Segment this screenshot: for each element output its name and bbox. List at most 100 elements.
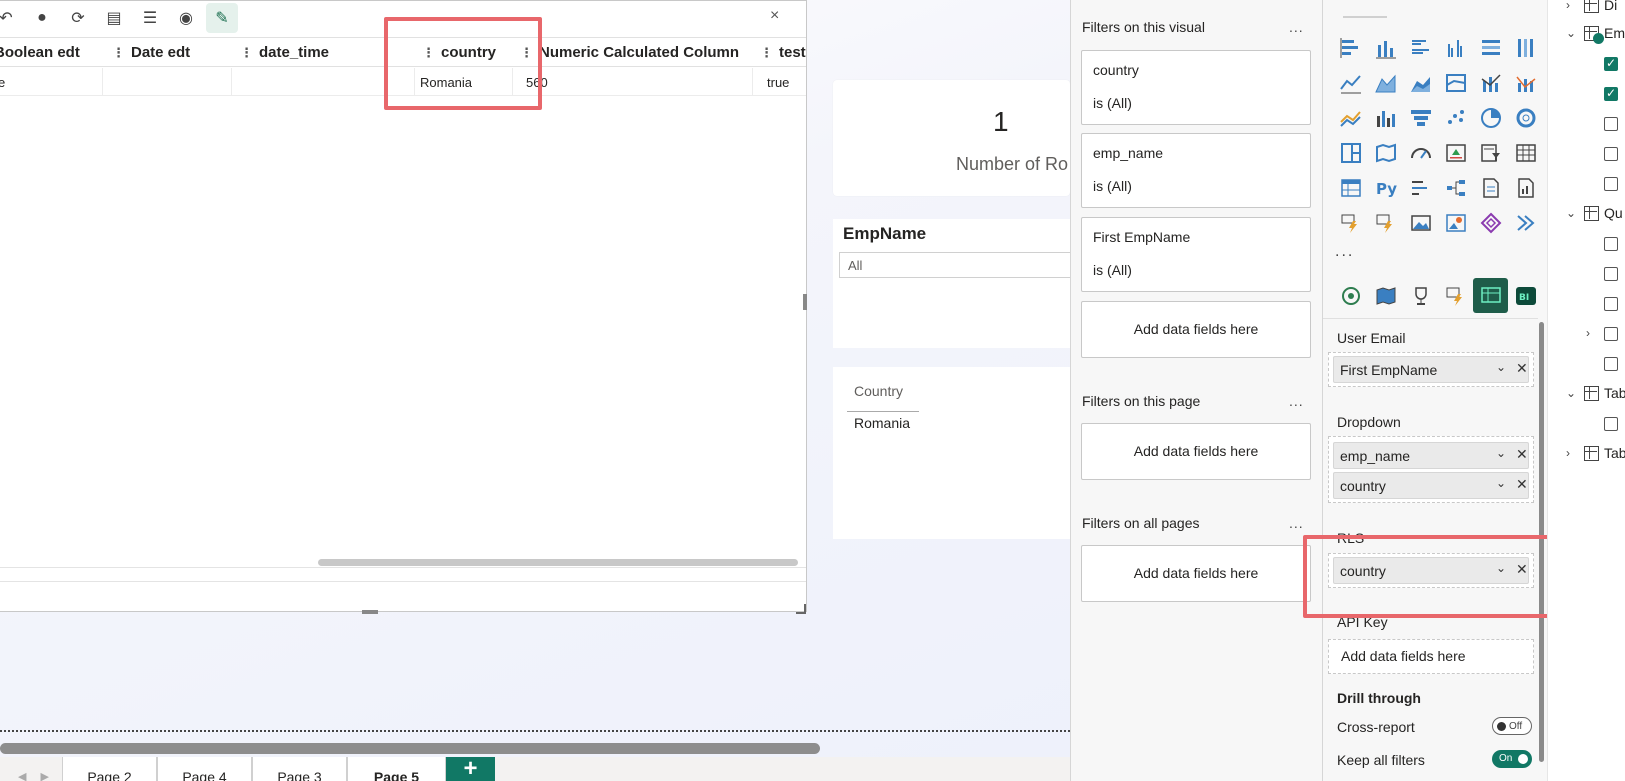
field-checkbox[interactable] [1604, 417, 1618, 431]
well-user-email[interactable]: First EmpName ⌄ ✕ [1328, 352, 1534, 387]
python-visual-icon[interactable]: Py [1368, 170, 1403, 205]
add-page-button[interactable]: + [446, 757, 495, 781]
table-cell[interactable]: Romania [854, 415, 910, 431]
power-automate-icon[interactable] [1333, 205, 1368, 240]
power-apps-icon[interactable] [1368, 205, 1403, 240]
resize-handle-right[interactable] [803, 294, 807, 310]
more-visuals-icon[interactable]: ... [1335, 243, 1354, 261]
field-item[interactable] [1548, 145, 1625, 167]
remove-field-icon[interactable]: ✕ [1516, 446, 1528, 463]
grid-cell-test[interactable]: true [767, 75, 789, 90]
chevron-down-icon[interactable]: ⌄ [1496, 446, 1506, 460]
remove-field-icon[interactable]: ✕ [1516, 360, 1528, 377]
100-stacked-bar-icon[interactable] [1473, 30, 1508, 65]
field-checkbox[interactable] [1604, 237, 1618, 251]
filter-card-country[interactable]: country is (All) [1081, 50, 1311, 125]
column-header-country[interactable]: ⋮ country [422, 44, 496, 61]
column-header[interactable]: Boolean edt [0, 44, 80, 61]
filter-slicer-icon[interactable] [1473, 135, 1508, 170]
stacked-bar-chart-icon[interactable] [1333, 30, 1368, 65]
donut-chart-icon[interactable] [1508, 100, 1543, 135]
field-pill[interactable]: emp_name ⌄ ✕ [1333, 442, 1529, 469]
data-table-item[interactable]: ⌄ Tab [1548, 385, 1625, 407]
eye-icon[interactable]: ◉ [170, 3, 202, 33]
field-checkbox[interactable] [1604, 56, 1618, 71]
field-checkbox[interactable] [1604, 86, 1618, 101]
field-item[interactable] [1548, 355, 1625, 377]
treemap-icon[interactable] [1333, 135, 1368, 170]
scatter-chart-icon[interactable] [1438, 100, 1473, 135]
tab-page-5[interactable]: Page 5 [347, 757, 446, 781]
undo-icon[interactable]: ↶ [0, 3, 22, 33]
well-dropdown[interactable]: emp_name ⌄ ✕ country ⌄ ✕ [1328, 436, 1534, 503]
gauge-icon[interactable] [1403, 135, 1438, 170]
resize-handle-bottom[interactable] [362, 610, 378, 614]
remove-field-icon[interactable]: ✕ [1516, 476, 1528, 493]
field-item[interactable]: › [1548, 325, 1625, 347]
filter-card-first-empname[interactable]: First EmpName is (All) [1081, 217, 1311, 292]
field-item[interactable] [1548, 85, 1625, 107]
table-icon[interactable] [1508, 135, 1543, 170]
more-options-icon[interactable]: ... [1289, 515, 1304, 531]
add-all-pages-filter-field[interactable]: Add data fields here [1081, 545, 1311, 602]
table-header[interactable]: Country [854, 383, 903, 399]
chevron-down-icon[interactable]: ⌄ [1566, 386, 1576, 400]
kpi-icon[interactable] [1438, 135, 1473, 170]
table-row[interactable]: e Romania 560 true [0, 68, 806, 96]
edit-icon[interactable]: ✎ [206, 3, 238, 33]
selected-custom-visual-icon[interactable] [1473, 278, 1508, 313]
chevron-right-icon[interactable]: › [1586, 326, 1590, 340]
tab-page-3[interactable]: Page 3 [252, 757, 347, 781]
map-icon[interactable] [1368, 135, 1403, 170]
cross-report-toggle[interactable]: Off [1492, 717, 1532, 735]
field-item[interactable] [1548, 415, 1625, 437]
clustered-column-chart-icon[interactable] [1438, 30, 1473, 65]
data-table-item[interactable]: ⌄ Em [1548, 25, 1625, 47]
column-chart-icon[interactable] [1368, 100, 1403, 135]
save-icon[interactable]: ▤ [98, 3, 130, 33]
field-item[interactable] [1548, 295, 1625, 317]
pane-vertical-scrollbar[interactable] [1539, 322, 1544, 762]
waterfall-chart-icon[interactable] [1333, 100, 1368, 135]
ribbon-chart-icon[interactable] [1438, 65, 1473, 100]
table-visual[interactable]: Country Romania [833, 367, 1070, 539]
pie-chart-icon[interactable] [1473, 100, 1508, 135]
tab-scroll-arrows[interactable]: ◀▶ [18, 770, 63, 781]
globe-icon[interactable] [1333, 278, 1368, 313]
line-column-chart-icon[interactable] [1473, 65, 1508, 100]
field-item[interactable] [1548, 175, 1625, 197]
field-item[interactable] [1548, 55, 1625, 77]
well-rls[interactable]: country ⌄ ✕ [1328, 553, 1534, 588]
funnel-chart-icon[interactable] [1403, 100, 1438, 135]
chevron-down-icon[interactable]: ⌄ [1496, 561, 1506, 575]
field-item[interactable] [1548, 235, 1625, 257]
check-circle-icon[interactable]: ● [26, 3, 58, 33]
sliders-icon[interactable]: ☰ [134, 3, 166, 33]
field-checkbox[interactable] [1604, 117, 1618, 131]
shape-map-icon[interactable] [1368, 278, 1403, 313]
card-visual[interactable]: 1 Number of Ro [833, 80, 1070, 196]
data-table-item[interactable]: › Di [1548, 0, 1625, 19]
stacked-column-chart-icon[interactable] [1368, 30, 1403, 65]
canvas-horizontal-scrollbar[interactable] [0, 743, 820, 754]
remove-field-icon[interactable]: ✕ [1516, 561, 1528, 578]
resize-handle-corner[interactable] [796, 604, 806, 614]
chevron-right-icon[interactable]: › [1566, 446, 1570, 460]
data-table-item[interactable]: › Tab [1548, 445, 1625, 467]
field-checkbox[interactable] [1604, 177, 1618, 191]
key-influencers-icon[interactable] [1403, 170, 1438, 205]
smart-narrative-icon[interactable] [1473, 170, 1508, 205]
chevron-down-icon[interactable]: ⌄ [1566, 26, 1576, 40]
line-chart-icon[interactable] [1333, 65, 1368, 100]
grid-horizontal-scrollbar[interactable] [318, 559, 798, 566]
trophy-icon[interactable] [1403, 278, 1438, 313]
chevron-right-icon[interactable]: › [1566, 0, 1570, 12]
add-visual-filter-field[interactable]: Add data fields here [1081, 301, 1311, 358]
field-item[interactable] [1548, 115, 1625, 137]
grid-cell-country[interactable]: Romania [420, 75, 472, 90]
more-options-icon[interactable]: ... [1289, 19, 1304, 35]
grid-cell[interactable]: e [0, 75, 5, 90]
line-stacked-column-icon[interactable] [1508, 65, 1543, 100]
keep-filters-toggle[interactable]: On [1492, 750, 1532, 768]
well-api-key[interactable]: Add data fields here [1328, 639, 1534, 674]
